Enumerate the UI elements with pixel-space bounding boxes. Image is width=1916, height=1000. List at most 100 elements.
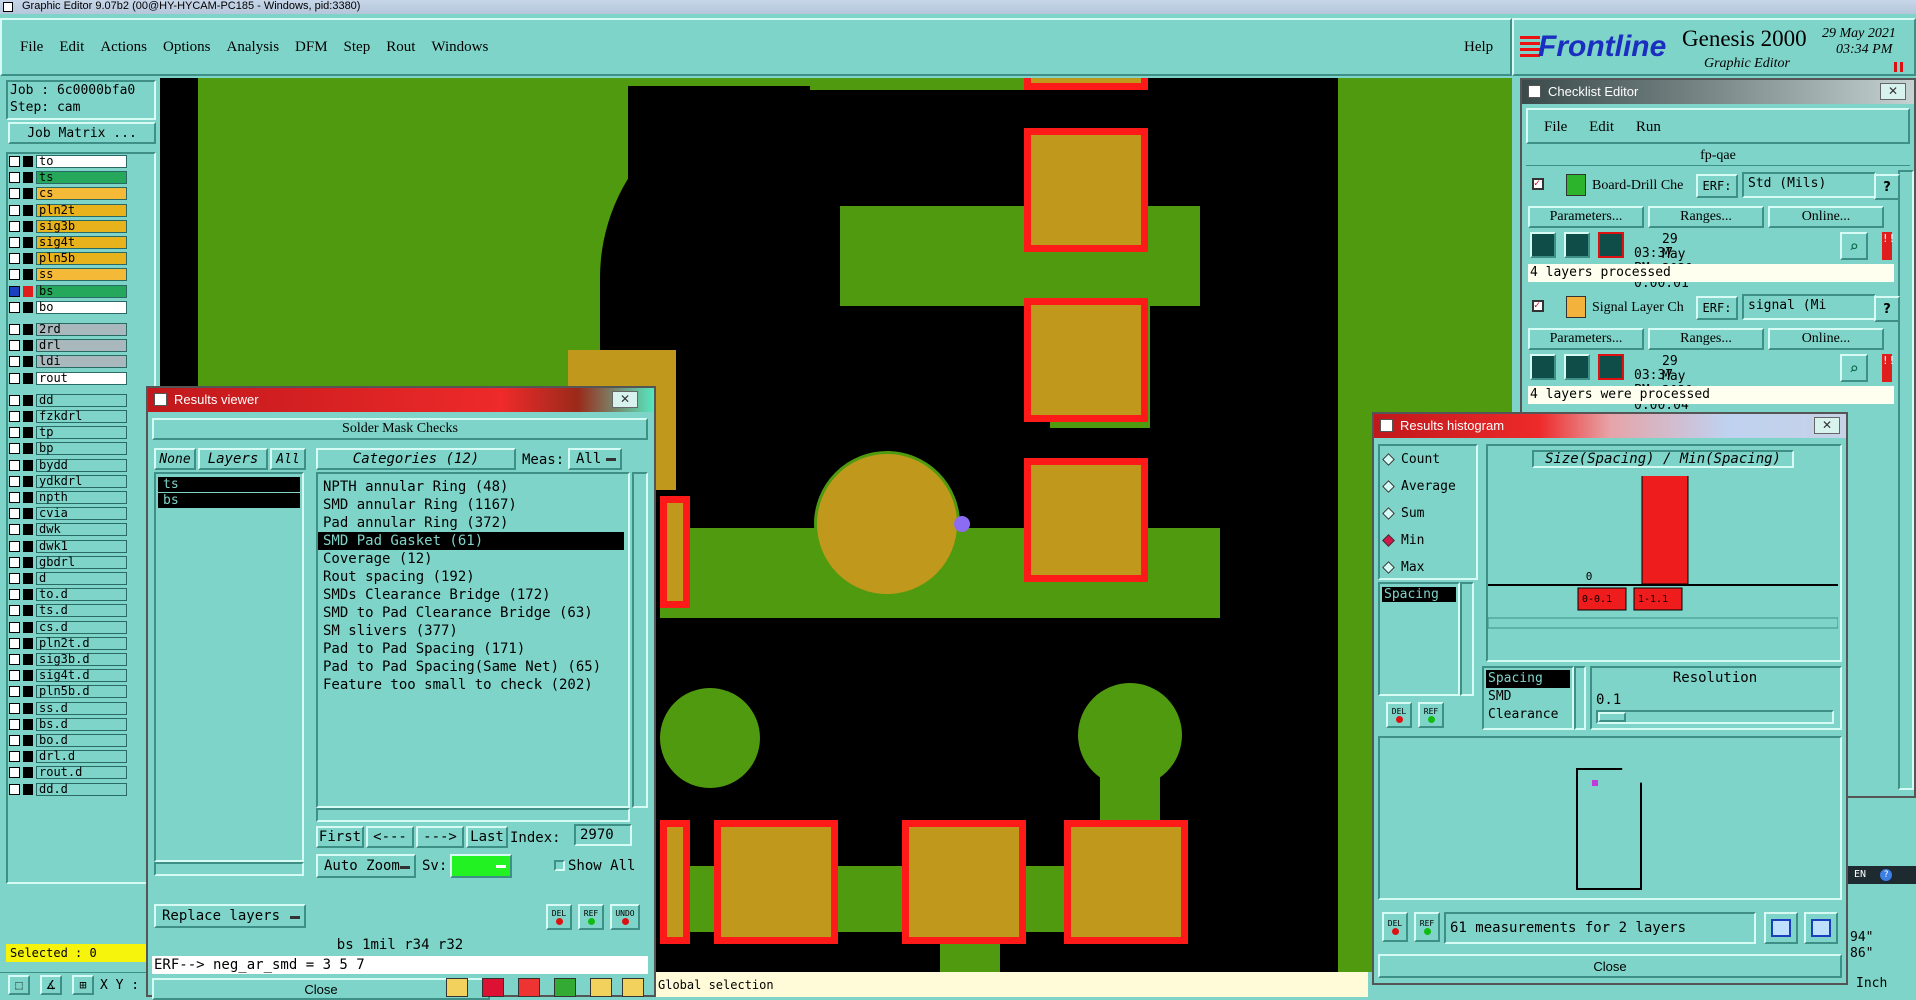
layer-checkbox[interactable] [9,188,20,200]
layer-row[interactable]: dd.d [9,782,127,797]
layer-affected-marker[interactable] [23,372,33,384]
layer-checkbox[interactable] [9,427,20,439]
layer-row[interactable]: dd [9,393,127,408]
layer-checkbox[interactable] [9,340,20,352]
layer-affected-marker[interactable] [23,443,33,455]
erf-button[interactable]: ERF: [1696,296,1738,320]
radio-icon[interactable] [1382,453,1395,466]
layer-checkbox[interactable] [9,411,20,422]
layer-row[interactable]: bs.d [9,717,127,732]
layer-name[interactable]: npth [36,491,127,504]
layer-row[interactable]: 2rd [9,322,127,337]
tool-icon-1[interactable] [446,978,468,997]
menu-file[interactable]: File [20,39,43,56]
layer-name[interactable]: 2rd [36,323,127,336]
layer-row[interactable]: dwk [9,522,127,537]
categories-hscroll[interactable] [316,808,630,822]
layer-checkbox[interactable] [9,301,20,313]
layer-affected-marker[interactable] [23,718,33,730]
zoom-results-icon[interactable]: ⌕ [1840,232,1868,260]
category-item[interactable]: SMD annular Ring (1167) [318,496,624,514]
layer-affected-marker[interactable] [23,508,33,520]
layer-name[interactable]: pln5b [36,252,127,266]
tool-icon-5[interactable] [590,978,612,997]
layer-affected-marker[interactable] [23,686,33,698]
tool-icon-2[interactable] [482,978,504,997]
measure-list[interactable]: Spacing [1378,582,1460,696]
resolution-slider[interactable] [1596,710,1834,724]
layer-name[interactable]: gbdrl [36,555,127,569]
category-item[interactable]: Rout spacing (192) [318,568,624,586]
undo-button[interactable]: UNDO [610,904,640,930]
layer-affected-marker[interactable] [23,411,33,422]
layer-row[interactable]: gbdrl [9,555,127,570]
layer-checkbox[interactable] [9,237,20,248]
all-button[interactable]: All [270,448,306,470]
layer-affected-marker[interactable] [23,670,33,682]
layer-checkbox[interactable] [9,253,20,265]
layer-row[interactable]: bp [9,441,127,456]
layer-name[interactable]: sig3b.d [36,653,127,666]
layer-name[interactable]: sig3b [36,219,127,233]
types-vscroll[interactable] [1574,666,1586,730]
hist-ref-button[interactable]: REF [1418,702,1444,728]
pad-mid-1[interactable] [1024,458,1148,582]
radio-icon[interactable] [1382,534,1395,547]
layer-affected-marker[interactable] [23,621,33,633]
layer-row[interactable]: d [9,571,127,586]
next-button[interactable]: ---> [416,826,464,848]
layer-name[interactable]: cs.d [36,620,127,634]
layer-checkbox[interactable] [9,702,20,714]
layer-affected-marker[interactable] [23,324,33,335]
layer-checkbox[interactable] [9,767,20,779]
layer-row[interactable]: sig4t [9,235,127,250]
layer-checkbox[interactable] [9,718,20,730]
online-button[interactable]: Online... [1768,328,1884,350]
layer-row[interactable]: rout [9,371,127,386]
none-button[interactable]: None [154,448,196,470]
check-enabled-checkbox[interactable]: ✓ [1532,300,1544,312]
layer-row[interactable]: to [9,154,127,169]
histogram-close-button[interactable]: Close [1378,954,1842,978]
layer-row[interactable]: fzkdrl [9,409,127,424]
slider-thumb[interactable] [1598,712,1626,722]
stat-option-average[interactable]: Average [1382,479,1456,494]
layer-row[interactable]: drl [9,338,127,353]
auto-zoom-dropdown[interactable]: Auto Zoom [316,854,416,878]
layer-affected-marker[interactable] [23,156,33,167]
pad-bottom-left[interactable] [660,820,690,944]
check-row[interactable]: ✓ Signal Layer Ch ERF: signal (Mi ? [1528,294,1900,324]
layer-checkbox[interactable] [9,751,20,763]
layer-name[interactable]: bydd [36,458,127,472]
menu-help[interactable]: Help [1464,39,1493,56]
layer-row[interactable]: dwk1 [9,539,127,554]
layer-name[interactable]: sig4t [36,236,127,249]
layer-name[interactable]: bs.d [36,717,127,731]
run-background-icon[interactable] [1598,354,1624,380]
layer-affected-marker[interactable] [23,237,33,248]
layer-name[interactable]: dd.d [36,782,127,796]
chart-hscroll[interactable] [1488,617,1838,629]
layer-name[interactable]: ss [36,268,127,282]
layer-row[interactable]: tp [9,425,127,440]
layer-row[interactable]: sig4t.d [9,668,127,683]
pad-top-1[interactable] [1024,128,1148,252]
layer-affected-marker[interactable] [23,540,33,552]
layer-name[interactable]: drl.d [36,750,127,764]
tool-icon-3[interactable] [518,978,540,997]
first-button[interactable]: First [316,826,364,848]
checklist-menu-edit[interactable]: Edit [1589,119,1614,135]
layer-name[interactable]: bo [36,300,127,314]
layer-row[interactable]: cs.d [9,620,127,635]
layer-affected-marker[interactable] [23,394,33,406]
layer-list-item[interactable]: ts [158,477,300,492]
layers-hscroll[interactable] [154,862,304,876]
last-button[interactable]: Last [466,826,508,848]
layer-checkbox[interactable] [9,524,20,536]
zoom-results-icon[interactable]: ⌕ [1840,354,1868,382]
layer-checkbox[interactable] [9,285,20,297]
layer-row[interactable]: npth [9,490,127,505]
run-check-icon[interactable] [1530,232,1556,258]
types-list[interactable]: Spacing SMD Clearance [1482,666,1574,730]
layer-affected-marker[interactable] [23,356,33,368]
